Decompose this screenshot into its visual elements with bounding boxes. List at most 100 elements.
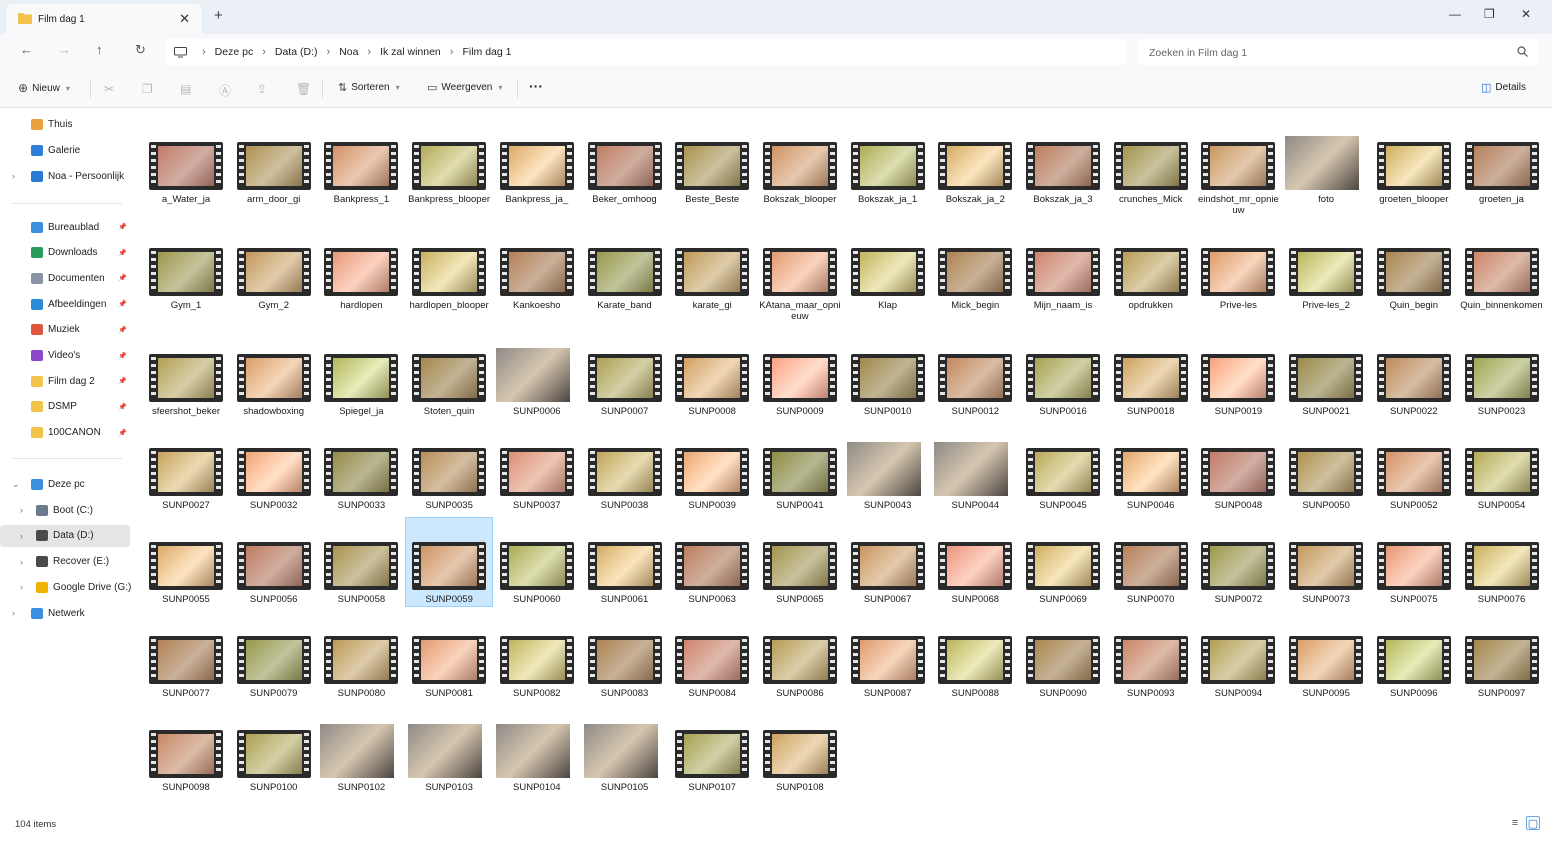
file-item[interactable]: Mijn_naam_is bbox=[1020, 224, 1106, 312]
file-item[interactable]: Stoten_quin bbox=[406, 330, 492, 418]
file-item[interactable]: SUNP0063 bbox=[669, 518, 755, 606]
file-item[interactable]: Kankoesho bbox=[494, 224, 580, 312]
copy-icon[interactable]: ❐ bbox=[142, 82, 153, 96]
pin-icon[interactable]: 📌 bbox=[118, 326, 127, 334]
sidebar-item-afbeeldingen[interactable]: Afbeeldingen 📌 bbox=[0, 293, 130, 315]
file-item[interactable]: SUNP0084 bbox=[669, 612, 755, 700]
file-item[interactable]: Quin_begin bbox=[1371, 224, 1457, 312]
chevron-right-icon[interactable]: › bbox=[20, 582, 23, 592]
file-item[interactable]: hardlopen_blooper bbox=[406, 224, 492, 312]
file-item[interactable]: SUNP0016 bbox=[1020, 330, 1106, 418]
file-item[interactable]: Prive-les bbox=[1195, 224, 1281, 312]
file-item[interactable]: Bankpress_ja_ bbox=[494, 118, 580, 206]
file-item[interactable]: SUNP0096 bbox=[1371, 612, 1457, 700]
file-item[interactable]: SUNP0023 bbox=[1459, 330, 1545, 418]
breadcrumb-deze-pc[interactable]: Deze pc bbox=[215, 46, 254, 58]
file-item[interactable]: Bankpress_blooper bbox=[406, 118, 492, 206]
sidebar-item-film-dag-2[interactable]: Film dag 2 📌 bbox=[0, 370, 130, 392]
forward-arrow-icon[interactable]: → bbox=[58, 42, 71, 57]
file-item[interactable]: Bokszak_blooper bbox=[757, 118, 843, 206]
file-item[interactable]: opdrukken bbox=[1108, 224, 1194, 312]
file-item[interactable]: SUNP0038 bbox=[582, 424, 668, 512]
file-item[interactable]: hardlopen bbox=[318, 224, 404, 312]
pin-icon[interactable]: 📌 bbox=[118, 223, 127, 231]
chevron-down-icon[interactable]: ⌄ bbox=[12, 479, 20, 490]
file-item[interactable]: SUNP0104 bbox=[494, 706, 580, 794]
pin-icon[interactable]: 📌 bbox=[118, 403, 127, 411]
file-item[interactable]: Bokszak_ja_2 bbox=[932, 118, 1018, 206]
file-item[interactable]: SUNP0070 bbox=[1108, 518, 1194, 606]
file-item[interactable]: Beker_omhoog bbox=[582, 118, 668, 206]
file-item[interactable]: SUNP0032 bbox=[231, 424, 317, 512]
sidebar-item-muziek[interactable]: Muziek 📌 bbox=[0, 319, 130, 341]
close-window-button[interactable]: ✕ bbox=[1521, 7, 1531, 21]
file-item[interactable]: SUNP0010 bbox=[845, 330, 931, 418]
breadcrumb-ik-zal-winnen[interactable]: Ik zal winnen bbox=[380, 46, 441, 58]
sidebar-item-boot-c[interactable]: › Boot (C:) bbox=[0, 499, 130, 521]
file-item[interactable]: SUNP0061 bbox=[582, 518, 668, 606]
file-item[interactable]: SUNP0046 bbox=[1108, 424, 1194, 512]
refresh-icon[interactable]: ↻ bbox=[135, 42, 146, 58]
file-item[interactable]: Quin_binnenkomen bbox=[1459, 224, 1545, 312]
delete-icon[interactable]: 🗑 bbox=[296, 82, 311, 96]
file-item[interactable]: SUNP0052 bbox=[1371, 424, 1457, 512]
file-item[interactable]: SUNP0103 bbox=[406, 706, 492, 794]
sidebar-item-recover-e[interactable]: › Recover (E:) bbox=[0, 551, 130, 573]
file-item[interactable]: SUNP0079 bbox=[231, 612, 317, 700]
sidebar-item-documenten[interactable]: Documenten 📌 bbox=[0, 267, 130, 289]
file-item[interactable]: Mick_begin bbox=[932, 224, 1018, 312]
file-item[interactable]: SUNP0018 bbox=[1108, 330, 1194, 418]
view-button[interactable]: ▭ Weergeven ▾ bbox=[427, 81, 502, 94]
breadcrumb-noa[interactable]: Noa bbox=[339, 46, 358, 58]
file-item[interactable]: eindshot_mr_opnieuw bbox=[1195, 118, 1281, 216]
restore-button[interactable]: ❐ bbox=[1484, 7, 1495, 21]
file-item[interactable]: SUNP0088 bbox=[932, 612, 1018, 700]
file-item[interactable]: groeten_blooper bbox=[1371, 118, 1457, 206]
file-item[interactable]: crunches_Mick bbox=[1108, 118, 1194, 206]
close-tab-icon[interactable]: ✕ bbox=[179, 11, 190, 27]
breadcrumb-film-dag-1[interactable]: Film dag 1 bbox=[462, 46, 511, 58]
up-arrow-icon[interactable]: ↑ bbox=[96, 42, 103, 57]
chevron-right-icon[interactable]: › bbox=[12, 608, 15, 618]
file-item[interactable]: SUNP0007 bbox=[582, 330, 668, 418]
sidebar-item-deze-pc[interactable]: ⌄ Deze pc bbox=[0, 473, 130, 495]
chevron-right-icon[interactable]: › bbox=[20, 531, 23, 541]
pin-icon[interactable]: 📌 bbox=[118, 377, 127, 385]
file-item[interactable]: SUNP0022 bbox=[1371, 330, 1457, 418]
file-item[interactable]: arm_door_gi bbox=[231, 118, 317, 206]
file-item[interactable]: foto bbox=[1283, 118, 1369, 206]
file-item[interactable]: SUNP0072 bbox=[1195, 518, 1281, 606]
file-item[interactable]: SUNP0039 bbox=[669, 424, 755, 512]
file-item[interactable]: Klap bbox=[845, 224, 931, 312]
sidebar-item-downloads[interactable]: Downloads 📌 bbox=[0, 242, 130, 264]
details-button[interactable]: ◫ Details bbox=[1481, 81, 1526, 94]
file-item[interactable]: Gym_2 bbox=[231, 224, 317, 312]
file-item[interactable]: SUNP0093 bbox=[1108, 612, 1194, 700]
share-icon[interactable]: ⇪ bbox=[257, 82, 267, 96]
file-item[interactable]: Gym_1 bbox=[143, 224, 229, 312]
pin-icon[interactable]: 📌 bbox=[118, 300, 127, 308]
file-item[interactable]: Beste_Beste bbox=[669, 118, 755, 206]
sidebar-item-video-s[interactable]: Video's 📌 bbox=[0, 345, 130, 367]
file-item[interactable]: SUNP0050 bbox=[1283, 424, 1369, 512]
file-item[interactable]: Bokszak_ja_1 bbox=[845, 118, 931, 206]
paste-icon[interactable]: ▤ bbox=[180, 82, 191, 96]
file-item[interactable]: SUNP0045 bbox=[1020, 424, 1106, 512]
file-item[interactable]: SUNP0067 bbox=[845, 518, 931, 606]
file-item[interactable]: SUNP0076 bbox=[1459, 518, 1545, 606]
file-item[interactable]: SUNP0019 bbox=[1195, 330, 1281, 418]
sort-button[interactable]: ⇅ Sorteren ▾ bbox=[338, 81, 400, 94]
file-item[interactable]: SUNP0044 bbox=[932, 424, 1018, 512]
file-item[interactable]: SUNP0056 bbox=[231, 518, 317, 606]
pin-icon[interactable]: 📌 bbox=[118, 429, 127, 437]
minimize-button[interactable]: — bbox=[1449, 7, 1461, 21]
file-item[interactable]: SUNP0037 bbox=[494, 424, 580, 512]
new-button[interactable]: ⊕ Nieuw ▾ bbox=[18, 81, 70, 95]
file-item[interactable]: SUNP0035 bbox=[406, 424, 492, 512]
file-item[interactable]: karate_gi bbox=[669, 224, 755, 312]
file-item[interactable]: SUNP0094 bbox=[1195, 612, 1281, 700]
file-item[interactable]: SUNP0102 bbox=[318, 706, 404, 794]
file-item[interactable]: Prive-les_2 bbox=[1283, 224, 1369, 312]
file-item[interactable]: SUNP0048 bbox=[1195, 424, 1281, 512]
file-item[interactable]: SUNP0041 bbox=[757, 424, 843, 512]
